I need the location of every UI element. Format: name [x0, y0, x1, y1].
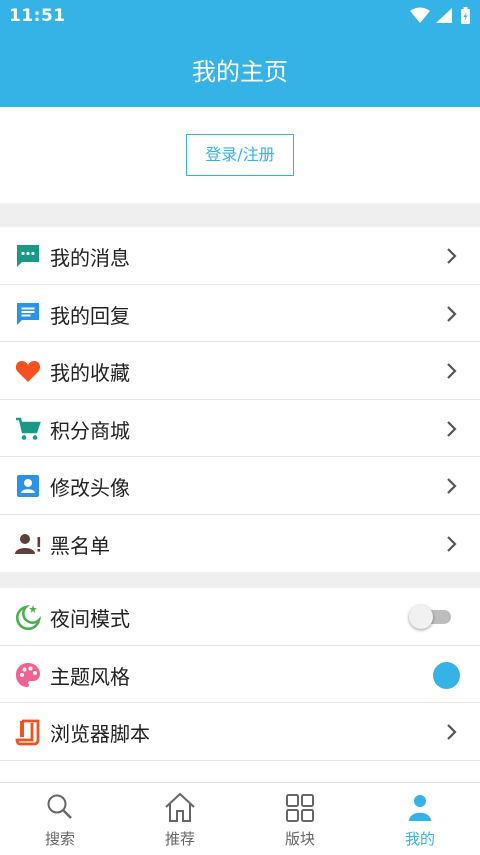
toggle-knob — [409, 605, 433, 629]
chevron-right-icon — [447, 478, 457, 494]
page-title: 我的主页 — [192, 58, 288, 86]
tab-recommend[interactable]: 推荐 — [120, 783, 240, 855]
tab-sections[interactable]: 版块 — [240, 783, 360, 855]
tab-mine[interactable]: 我的 — [360, 783, 480, 855]
status-bar: 11:51 — [0, 0, 480, 32]
menu-item-night-mode[interactable]: 夜间模式 — [0, 588, 480, 646]
tab-label: 推荐 — [164, 830, 195, 848]
grid-icon — [286, 794, 314, 822]
menu-item-label: 浏览器脚本 — [50, 722, 150, 746]
cart-icon — [16, 417, 41, 440]
wifi-icon — [410, 7, 430, 23]
menu-item-favorites[interactable]: 我的收藏 — [0, 342, 480, 400]
menu-item-browser-script[interactable]: 浏览器脚本 — [0, 703, 480, 761]
login-register-button[interactable]: 登录/注册 — [186, 134, 294, 176]
tab-label: 版块 — [284, 830, 315, 848]
tab-search[interactable]: 搜索 — [0, 783, 120, 855]
menu-item-blacklist[interactable]: 黑名单 — [0, 515, 480, 573]
menu-item-points-mall[interactable]: 积分商城 — [0, 400, 480, 457]
chevron-right-icon — [447, 535, 457, 552]
theme-color-swatch[interactable] — [433, 661, 460, 689]
menu-item-label: 我的消息 — [50, 246, 130, 270]
menu-item-change-avatar[interactable]: 修改头像 — [0, 457, 480, 515]
menu-item-theme-style[interactable]: 主题风格 — [0, 646, 480, 703]
palette-icon — [16, 662, 40, 687]
cell-signal-icon — [436, 8, 452, 23]
menu-item-replies[interactable]: 我的回复 — [0, 285, 480, 342]
status-time: 11:51 — [9, 6, 66, 26]
system-status-icons — [410, 7, 470, 24]
message-icon — [17, 245, 39, 267]
night-mode-toggle[interactable] — [409, 605, 453, 629]
menu-item-label: 我的收藏 — [50, 361, 130, 385]
script-icon — [15, 719, 40, 746]
reply-icon — [17, 302, 39, 325]
menu-item-label: 主题风格 — [50, 664, 130, 689]
block-user-icon — [15, 533, 41, 554]
heart-icon — [15, 361, 41, 382]
battery-icon — [461, 7, 470, 24]
menu-item-label: 修改头像 — [50, 476, 130, 500]
chevron-right-icon — [447, 420, 457, 437]
app-bar: 我的主页 — [0, 32, 480, 107]
person-icon — [409, 795, 431, 821]
menu-item-label: 我的回复 — [50, 303, 130, 328]
menu-item-label: 黑名单 — [50, 533, 110, 558]
menu-item-label: 夜间模式 — [50, 607, 130, 631]
avatar-icon — [17, 475, 39, 497]
menu-group-account: 我的消息 我的回复 我的收藏 积分商城 修改头像 黑名单 — [0, 227, 480, 572]
menu-group-settings: 夜间模式 主题风格 浏览器脚本 — [0, 588, 480, 783]
chevron-right-icon — [447, 724, 457, 740]
night-mode-icon — [15, 604, 42, 631]
search-icon — [47, 794, 72, 819]
chevron-right-icon — [447, 248, 457, 264]
chevron-right-icon — [447, 363, 457, 379]
chevron-right-icon — [447, 305, 457, 322]
tab-label: 我的 — [404, 830, 435, 848]
menu-item-label: 积分商城 — [50, 418, 130, 443]
menu-item-partial[interactable] — [0, 761, 480, 783]
login-section: 登录/注册 — [0, 107, 480, 203]
tab-label: 搜索 — [44, 830, 75, 848]
bottom-tab-bar: 搜索 推荐 版块 我的 — [0, 782, 480, 855]
home-icon — [165, 792, 195, 822]
menu-item-messages[interactable]: 我的消息 — [0, 227, 480, 285]
